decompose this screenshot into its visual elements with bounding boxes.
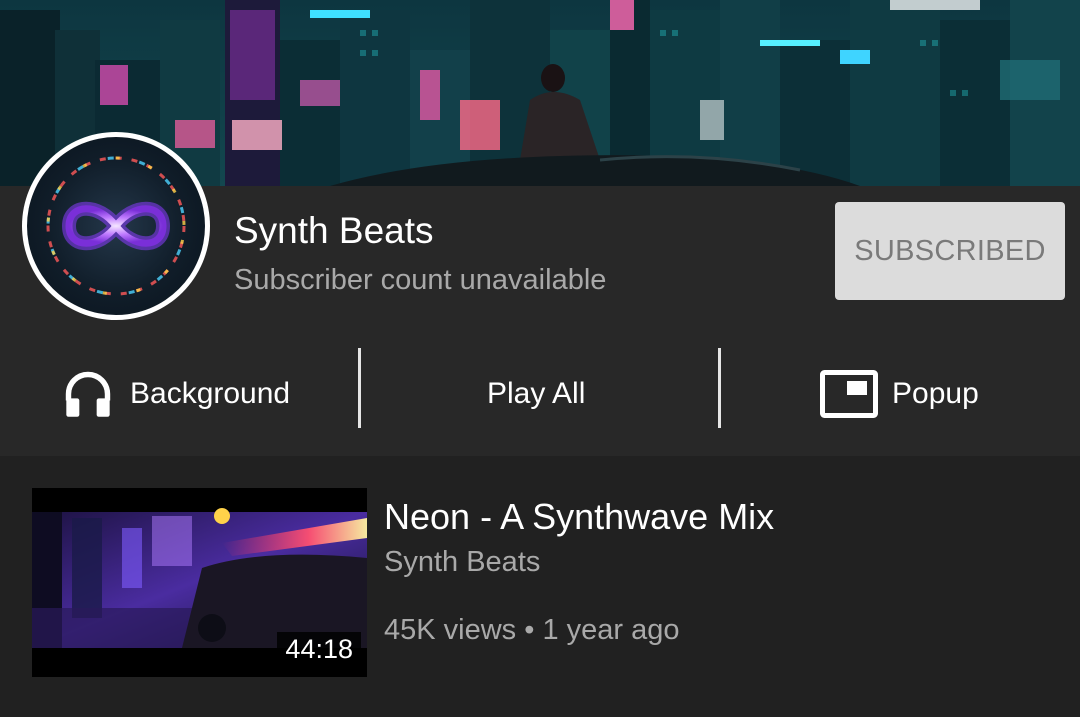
video-age: 1 year ago [542, 614, 680, 646]
video-title[interactable]: Neon - A Synthwave Mix [384, 496, 774, 538]
video-views: 45K views [384, 614, 517, 646]
action-divider [358, 348, 361, 428]
meta-separator: • [524, 614, 535, 646]
popup-icon [820, 370, 878, 418]
headphones-icon [62, 368, 114, 420]
popup-play-button[interactable]: Popup [820, 332, 979, 456]
subscribed-button[interactable]: SUBSCRIBED [835, 202, 1065, 300]
background-label: Background [130, 377, 291, 410]
video-thumbnail[interactable]: 44:18 [32, 488, 367, 677]
play-all-button[interactable]: Play All [487, 332, 585, 456]
background-play-button[interactable]: Background [62, 332, 290, 456]
video-list-item[interactable]: 44:18 Neon - A Synthwave Mix Synth Beats… [0, 456, 1080, 717]
popup-label: Popup [892, 377, 979, 410]
action-divider [718, 348, 721, 428]
channel-avatar[interactable] [22, 132, 210, 320]
play-all-label: Play All [487, 377, 586, 410]
playback-actions: Background Play All Popup [0, 332, 1080, 456]
channel-name: Synth Beats [234, 210, 434, 251]
infinity-logo-icon [27, 137, 205, 315]
video-channel-name: Synth Beats [384, 546, 541, 578]
subscriber-count: Subscriber count unavailable [234, 264, 607, 296]
video-duration: 44:18 [277, 632, 361, 667]
video-meta: 45K views • 1 year ago [384, 614, 680, 647]
